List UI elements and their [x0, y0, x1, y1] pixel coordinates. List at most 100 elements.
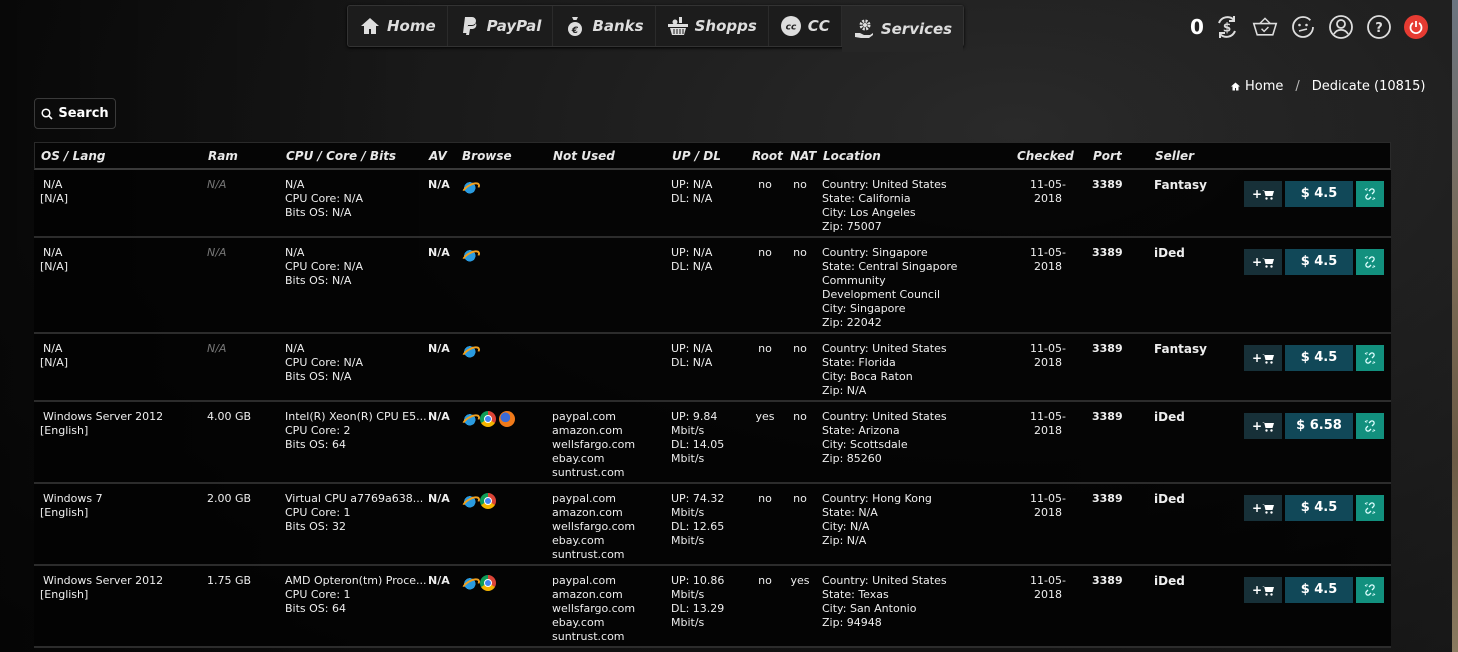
add-to-cart-button[interactable]: +	[1244, 181, 1282, 207]
location-line: Country: United States	[822, 574, 947, 587]
header-av[interactable]: AV	[429, 149, 447, 163]
nav-paypal[interactable]: PayPal	[448, 6, 554, 46]
header-not-used[interactable]: Not Used	[553, 149, 615, 163]
header-up-dl[interactable]: UP / DL	[672, 149, 721, 163]
header-port[interactable]: Port	[1093, 149, 1122, 163]
user-icon[interactable]	[1328, 14, 1354, 40]
cart-check-icon[interactable]	[1252, 14, 1278, 40]
buy-price-button[interactable]: $ 4.5	[1285, 181, 1353, 207]
checked-value: 11-05- 2018	[1018, 246, 1078, 274]
svg-text:$: $	[1223, 21, 1231, 35]
check-link-button[interactable]	[1356, 181, 1384, 207]
window-edge	[1452, 0, 1458, 652]
lang-value: [N/A]	[40, 260, 69, 273]
dl-value: DL: N/A	[671, 260, 713, 273]
checked-date-part2: 2018	[1034, 260, 1062, 273]
header-seller[interactable]: Seller	[1155, 149, 1194, 163]
location-cell: Country: Singapore State: Central Singapo…	[822, 246, 962, 330]
breadcrumb-separator: /	[1295, 79, 1300, 94]
add-to-cart-button[interactable]: +	[1244, 495, 1282, 521]
up-value: UP: N/A	[671, 246, 713, 259]
location-line: State: Texas	[822, 588, 889, 601]
internet-explorer-icon	[461, 343, 477, 359]
cpu-value: N/A	[285, 178, 305, 191]
money-bag-icon: €	[564, 15, 586, 37]
nav-services[interactable]: Services	[841, 6, 964, 52]
location-cell: Country: Hong Kong State: N/A City: N/A Zip…	[822, 492, 962, 548]
header-browse[interactable]: Browse	[462, 149, 512, 163]
breadcrumb: Home / Dedicate (10815)	[1230, 79, 1426, 94]
internet-explorer-icon	[461, 411, 477, 427]
buy-price-button[interactable]: $ 6.58	[1285, 413, 1353, 439]
header-nat[interactable]: NAT	[790, 149, 816, 163]
seller-value: iDed	[1154, 246, 1185, 260]
dl-value: DL: 14.05 Mbit/s	[671, 438, 731, 466]
check-link-button[interactable]	[1356, 495, 1384, 521]
breadcrumb-home[interactable]: Home	[1230, 79, 1283, 94]
check-link-button[interactable]	[1356, 577, 1384, 603]
checked-date-part2: 2018	[1034, 506, 1062, 519]
header-cpu[interactable]: CPU / Core / Bits	[286, 149, 396, 163]
seller-value: Fantasy	[1154, 342, 1207, 356]
cpu-value: N/A	[285, 246, 305, 259]
refill-dollar-icon[interactable]: $	[1214, 14, 1240, 40]
not-used-domain: wellsfargo.com	[552, 602, 636, 615]
browsers-cell	[461, 179, 477, 195]
checked-value: 11-05- 2018	[1018, 342, 1078, 370]
add-to-cart-button[interactable]: +	[1244, 249, 1282, 275]
os-lang-cell: N/A [N/A]	[40, 178, 68, 206]
header-os-lang[interactable]: OS / Lang	[41, 149, 105, 163]
bits-value: Bits OS: N/A	[285, 206, 352, 219]
add-to-cart-button[interactable]: +	[1244, 413, 1282, 439]
check-link-button[interactable]	[1356, 413, 1384, 439]
buy-price-button[interactable]: $ 4.5	[1285, 249, 1353, 275]
lang-value: [English]	[40, 588, 89, 601]
search-button[interactable]: Search	[34, 98, 116, 129]
unit-label: Mbit/s	[671, 616, 705, 629]
help-icon[interactable]: ?	[1366, 14, 1392, 40]
header-location[interactable]: Location	[823, 149, 881, 163]
power-icon[interactable]	[1403, 15, 1428, 39]
location-line: Zip: 22042	[822, 316, 882, 329]
cpu-value: AMD Opteron(tm) Proce...	[285, 574, 427, 587]
add-to-cart-button[interactable]: +	[1244, 577, 1282, 603]
paypal-icon	[459, 15, 481, 37]
av-value: N/A	[428, 178, 450, 191]
nat-value: no	[793, 246, 807, 259]
check-link-button[interactable]	[1356, 345, 1384, 371]
check-link-button[interactable]	[1356, 249, 1384, 275]
not-used-cell: paypal.com amazon.com wellsfargo.com ebay.c…	[552, 574, 635, 644]
not-used-cell: paypal.com amazon.com wellsfargo.com ebay.c…	[552, 492, 635, 562]
buy-price-button[interactable]: $ 4.5	[1285, 495, 1353, 521]
up-dl-cell: UP: 9.84 Mbit/s DL: 14.05 Mbit/s	[671, 410, 731, 466]
not-used-domain: suntrust.com	[552, 630, 625, 643]
not-used-domain: wellsfargo.com	[552, 520, 636, 533]
unit-label: Mbit/s	[671, 534, 705, 547]
seller-value: iDed	[1154, 574, 1185, 588]
header-root[interactable]: Root	[752, 149, 783, 163]
checked-date-part2: 2018	[1034, 588, 1062, 601]
buy-price-button[interactable]: $ 4.5	[1285, 345, 1353, 371]
add-to-cart-button[interactable]: +	[1244, 345, 1282, 371]
core-value: CPU Core: 1	[285, 588, 351, 601]
nav-cc[interactable]: cc CC	[769, 6, 842, 46]
buy-price-button[interactable]: $ 4.5	[1285, 577, 1353, 603]
location-cell: Country: United States State: California C…	[822, 178, 962, 234]
location-line: Country: Hong Kong	[822, 492, 932, 505]
bits-value: Bits OS: N/A	[285, 274, 352, 287]
av-value: N/A	[428, 574, 450, 587]
nat-value: no	[793, 178, 807, 191]
location-cell: Country: United States State: Texas City: …	[822, 574, 962, 630]
support-icon[interactable]	[1290, 14, 1316, 40]
nav-home[interactable]: Home	[348, 6, 448, 46]
unlink-icon	[1364, 352, 1376, 364]
nav-shopps[interactable]: Shopps	[656, 6, 769, 46]
nav-banks[interactable]: € Banks	[553, 6, 656, 46]
header-checked[interactable]: Checked	[1017, 149, 1074, 163]
seller-value: iDed	[1154, 410, 1185, 424]
services-icon	[853, 18, 875, 40]
location-cell: Country: United States State: Florida City…	[822, 342, 962, 398]
header-ram[interactable]: Ram	[208, 149, 238, 163]
up-dl-cell: UP: N/A DL: N/A	[671, 178, 731, 206]
ram-value: N/A	[207, 178, 227, 191]
